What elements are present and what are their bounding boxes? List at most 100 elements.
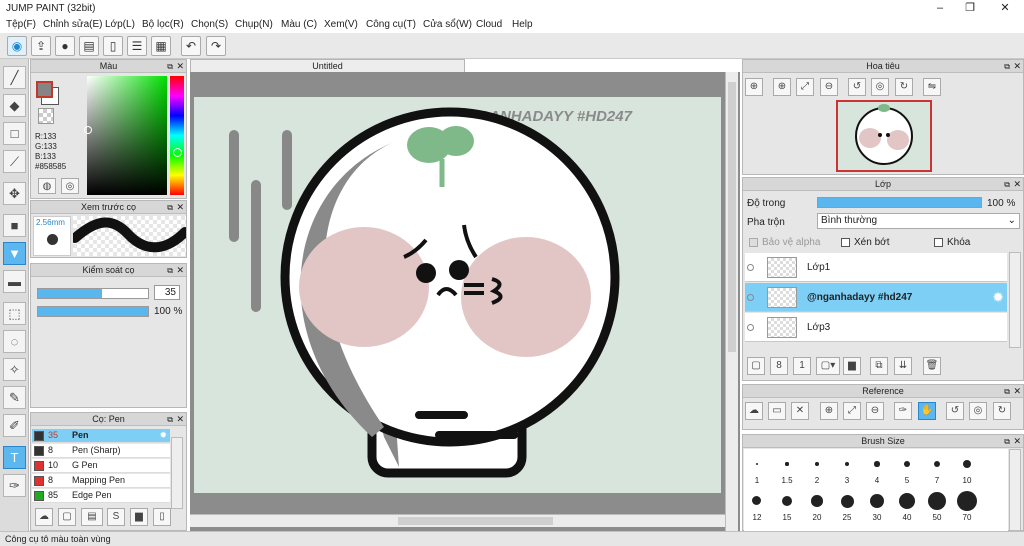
rect-select-tool-icon[interactable]: ⬚ xyxy=(3,302,26,325)
select-eraser-tool-icon[interactable]: ✐ xyxy=(3,414,26,437)
select-pen-tool-icon[interactable]: ✎ xyxy=(3,386,26,409)
layer-row[interactable]: Lớp3 xyxy=(745,313,1007,342)
dock-icon[interactable]: ⧉ xyxy=(1004,385,1010,398)
navigator-thumbnail[interactable] xyxy=(836,100,932,172)
new-layer-8bit-icon[interactable]: 8 xyxy=(770,357,788,375)
export-icon[interactable]: ⇪ xyxy=(31,36,51,56)
dock-icon[interactable]: ⧉ xyxy=(167,264,173,277)
menu-file[interactable]: Tệp(F) xyxy=(6,19,36,30)
comment-icon[interactable]: ▤ xyxy=(79,36,99,56)
brush-settings-icon[interactable]: ✹ xyxy=(159,429,167,442)
text-tool-icon[interactable]: T xyxy=(3,446,26,469)
visibility-icon[interactable] xyxy=(747,324,754,331)
brush-size-dot[interactable] xyxy=(781,495,793,507)
brush-settings-icon[interactable]: S xyxy=(107,508,125,526)
shape-tool-icon[interactable]: □ xyxy=(3,122,26,145)
brush-menu-icon[interactable]: ▤ xyxy=(81,508,103,526)
menu-filter[interactable]: Bộ lọc(R) xyxy=(142,19,184,30)
document-tab[interactable]: Untitled xyxy=(190,59,465,73)
grid-icon[interactable]: ▦ xyxy=(151,36,171,56)
reference-zoom-in-icon[interactable]: ⊕ xyxy=(820,402,838,420)
duplicate-layer-icon[interactable]: ⧉ xyxy=(870,357,888,375)
menu-capture[interactable]: Chụp(N) xyxy=(235,19,273,30)
reference-open-icon[interactable]: ▭ xyxy=(768,402,786,420)
reference-rotate-reset-icon[interactable]: ◎ xyxy=(969,402,987,420)
delete-layer-icon[interactable]: 🗑 xyxy=(923,357,941,375)
magic-wand-tool-icon[interactable]: ✧ xyxy=(3,358,26,381)
close-icon[interactable]: ✕ xyxy=(176,413,184,426)
reference-eyedropper-icon[interactable]: ✑ xyxy=(894,402,912,420)
eyedropper-tool-icon[interactable]: ✑ xyxy=(3,474,26,497)
dock-icon[interactable]: ⧉ xyxy=(1004,435,1010,448)
move-tool-icon[interactable]: ✥ xyxy=(3,182,26,205)
menu-tools[interactable]: Công cụ(T) xyxy=(366,19,416,30)
maximize-button[interactable]: ❐ xyxy=(955,0,985,18)
gradient-tool-icon[interactable]: ▬ xyxy=(3,270,26,293)
brush-list-item[interactable]: 85 Edge Pen xyxy=(32,489,170,503)
transparent-swatch[interactable] xyxy=(38,108,54,124)
horizontal-scroll-thumb[interactable] xyxy=(398,517,553,525)
lasso-tool-icon[interactable]: ◌ xyxy=(3,330,26,353)
brush-list-item[interactable]: 8 Pen (Sharp) xyxy=(32,444,170,458)
zoom-in-alt-icon[interactable]: ⊕ xyxy=(773,78,791,96)
page-icon[interactable]: ▯ xyxy=(103,36,123,56)
drawing-canvas[interactable]: @NGANHADAYY #HD247 xyxy=(194,97,721,493)
close-icon[interactable]: ✕ xyxy=(1013,60,1021,73)
lock-checkbox[interactable] xyxy=(934,238,943,247)
layer-list-scrollbar[interactable] xyxy=(1009,252,1021,348)
canvas-horizontal-scrollbar[interactable] xyxy=(190,514,725,527)
hue-cursor[interactable] xyxy=(173,148,182,157)
blend-mode-select[interactable]: Bình thường ⌄ xyxy=(817,213,1020,229)
reference-cloud-icon[interactable]: ☁ xyxy=(745,402,763,420)
brush-page-icon[interactable]: ▯ xyxy=(153,508,171,526)
rotate-reset-icon[interactable]: ◎ xyxy=(871,78,889,96)
close-icon[interactable]: ✕ xyxy=(176,264,184,277)
flip-icon[interactable]: ⇋ xyxy=(923,78,941,96)
zoom-in-icon[interactable]: ⊕ xyxy=(745,78,763,96)
bucket-fill-tool-icon[interactable]: ▼ xyxy=(3,242,26,265)
vertical-scroll-thumb[interactable] xyxy=(728,82,736,352)
brush-size-dot[interactable] xyxy=(904,461,910,467)
brush-size-input[interactable]: 35 xyxy=(154,285,180,300)
reference-close-icon[interactable]: ✕ xyxy=(791,402,809,420)
brush-tool-icon[interactable]: ╱ xyxy=(3,66,26,89)
reference-fit-icon[interactable]: ⤢ xyxy=(843,402,861,420)
brush-size-scrollbar[interactable] xyxy=(1009,449,1021,531)
menu-cloud[interactable]: Cloud xyxy=(476,19,502,30)
bucket-icon[interactable]: ◉ xyxy=(7,36,27,56)
brush-size-dot[interactable] xyxy=(874,461,880,467)
brush-list-item[interactable]: 10 G Pen xyxy=(32,459,170,473)
close-icon[interactable]: ✕ xyxy=(1013,178,1021,191)
brush-size-dot[interactable] xyxy=(785,462,789,466)
close-icon[interactable]: ✕ xyxy=(1013,435,1021,448)
brush-size-dot[interactable] xyxy=(840,494,854,508)
menu-color[interactable]: Màu (C) xyxy=(281,19,317,30)
fit-icon[interactable]: ⤢ xyxy=(796,78,814,96)
close-icon[interactable]: ✕ xyxy=(176,60,184,73)
new-layer-1bit-icon[interactable]: 1 xyxy=(793,357,811,375)
brush-list-item[interactable]: 8 Mapping Pen xyxy=(32,474,170,488)
brush-opacity-slider[interactable] xyxy=(37,306,149,317)
new-brush-icon[interactable]: ▢ xyxy=(58,508,76,526)
layer-folder-icon[interactable]: ▆ xyxy=(843,357,861,375)
rotate-left-icon[interactable]: ↺ xyxy=(848,78,866,96)
reference-zoom-out-icon[interactable]: ⊖ xyxy=(866,402,884,420)
hue-slider[interactable] xyxy=(170,76,184,195)
dock-icon[interactable]: ⧉ xyxy=(1004,60,1010,73)
layer-row[interactable]: @nganhadayy #hd247 ✹ xyxy=(745,283,1007,312)
close-icon[interactable]: ✕ xyxy=(1013,385,1021,398)
dock-icon[interactable]: ⧉ xyxy=(167,60,173,73)
close-icon[interactable]: ✕ xyxy=(176,201,184,214)
undo-icon[interactable]: ↶ xyxy=(181,36,201,56)
picker-cursor[interactable] xyxy=(84,126,92,134)
zoom-out-icon[interactable]: ⊖ xyxy=(820,78,838,96)
layer-row[interactable]: Lớp1 xyxy=(745,253,1007,282)
visibility-icon[interactable] xyxy=(747,264,754,271)
dock-icon[interactable]: ⧉ xyxy=(167,413,173,426)
visibility-icon[interactable] xyxy=(747,294,754,301)
dock-icon[interactable]: ⧉ xyxy=(167,201,173,214)
saturation-value-picker[interactable] xyxy=(87,76,167,195)
reference-rotate-right-icon[interactable]: ↻ xyxy=(993,402,1011,420)
reference-rotate-left-icon[interactable]: ↺ xyxy=(946,402,964,420)
merge-layer-icon[interactable]: ⇊ xyxy=(894,357,912,375)
